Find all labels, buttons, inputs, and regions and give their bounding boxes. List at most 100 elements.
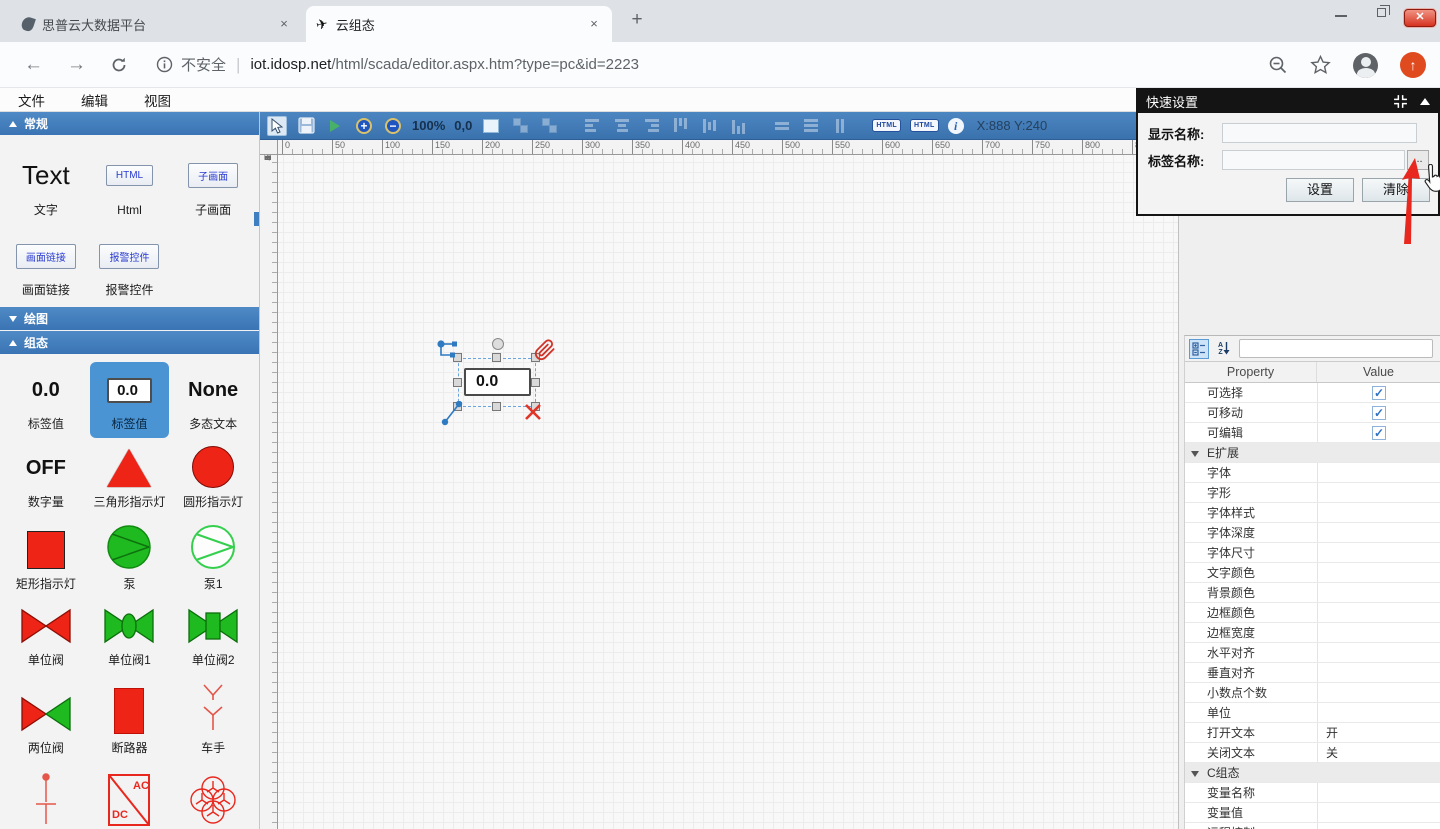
property-row[interactable]: 垂直对齐 xyxy=(1185,663,1440,683)
property-row[interactable]: 水平对齐 xyxy=(1185,643,1440,663)
property-row[interactable]: 打开文本 开 xyxy=(1185,723,1440,743)
align-top-button[interactable] xyxy=(670,116,690,136)
tab-dataplatform[interactable]: 思普云大数据平台 × xyxy=(12,6,302,42)
palette-item-alarm-control[interactable]: 报警控件 报警控件 xyxy=(88,224,172,305)
minimize-button[interactable] xyxy=(1328,2,1354,22)
palette-item-valve[interactable]: 单位阀 xyxy=(4,598,88,674)
browser-update-icon[interactable]: ↑ xyxy=(1400,52,1426,78)
property-row[interactable]: 边框宽度 xyxy=(1185,623,1440,643)
connector-line-icon[interactable] xyxy=(440,401,464,427)
palette-item-tag-value-boxed-selected[interactable]: 0.0 标签值 xyxy=(90,362,170,438)
property-value[interactable] xyxy=(1317,643,1440,662)
property-value[interactable] xyxy=(1317,423,1440,442)
property-row[interactable]: 字体尺寸 xyxy=(1185,543,1440,563)
attach-link-icon[interactable] xyxy=(534,337,556,363)
resize-handle-w[interactable] xyxy=(453,378,462,387)
section-header-drawing[interactable]: 绘图 xyxy=(0,307,259,330)
info-button[interactable]: i xyxy=(948,118,964,134)
categorized-view-button[interactable] xyxy=(1189,339,1209,359)
palette-item-pt[interactable]: PT xyxy=(171,762,255,829)
align-right-button[interactable] xyxy=(641,116,661,136)
profile-avatar-icon[interactable] xyxy=(1353,53,1378,78)
connector-branch-icon[interactable] xyxy=(436,339,460,361)
property-row[interactable]: 变量名称 xyxy=(1185,783,1440,803)
run-preview-button[interactable] xyxy=(325,116,345,136)
palette-item-multistate-text[interactable]: None 多态文本 xyxy=(171,362,255,438)
tab1-close-icon[interactable]: × xyxy=(276,16,292,32)
property-value[interactable] xyxy=(1317,703,1440,722)
property-value[interactable] xyxy=(1317,783,1440,802)
property-row[interactable]: 远程控制 xyxy=(1185,823,1440,829)
property-row[interactable]: 小数点个数 xyxy=(1185,683,1440,703)
palette-item-rect-indicator[interactable]: 矩形指示灯 xyxy=(4,516,88,598)
property-row[interactable]: C组态 xyxy=(1185,763,1440,783)
html-preview-button[interactable]: HTML xyxy=(910,119,939,132)
property-value[interactable] xyxy=(1317,383,1440,402)
display-name-input[interactable] xyxy=(1222,123,1417,143)
group-button[interactable] xyxy=(510,116,530,136)
property-row[interactable]: 字体样式 xyxy=(1185,503,1440,523)
palette-item-pump[interactable]: 泵 xyxy=(88,516,172,598)
property-value[interactable] xyxy=(1317,523,1440,542)
property-row[interactable]: 背景颜色 xyxy=(1185,583,1440,603)
zoom-in-button[interactable]: + xyxy=(354,116,374,136)
tag-name-input[interactable] xyxy=(1222,150,1405,170)
property-value[interactable] xyxy=(1317,623,1440,642)
property-row[interactable]: 边框颜色 xyxy=(1185,603,1440,623)
property-value[interactable] xyxy=(1317,823,1440,829)
palette-item-valve1[interactable]: 单位阀1 xyxy=(88,598,172,674)
menu-item[interactable]: 编辑 xyxy=(81,90,108,110)
tab2-close-icon[interactable]: × xyxy=(586,16,602,32)
property-row[interactable]: 字体 xyxy=(1185,463,1440,483)
section-header-general[interactable]: 常规 xyxy=(0,112,259,135)
property-value[interactable] xyxy=(1317,443,1440,462)
canvas-settings-button[interactable] xyxy=(481,116,501,136)
html-export-button[interactable]: HTML xyxy=(872,119,901,132)
property-value[interactable] xyxy=(1317,603,1440,622)
resize-handle-e[interactable] xyxy=(531,378,540,387)
property-value[interactable] xyxy=(1317,803,1440,822)
property-value[interactable] xyxy=(1317,563,1440,582)
zoom-out-icon[interactable] xyxy=(1268,55,1288,75)
palette-item-pump1[interactable]: 泵1 xyxy=(171,516,255,598)
set-button[interactable]: 设置 xyxy=(1286,178,1354,202)
tab-cloud-scada[interactable]: ✈ 云组态 × xyxy=(306,6,612,42)
panel-collapse-icon[interactable] xyxy=(1420,98,1430,105)
selected-tag-value-widget[interactable]: 0.0 xyxy=(464,368,531,396)
palette-item-breaker[interactable]: 断路器 xyxy=(88,674,172,762)
property-value[interactable]: 开 xyxy=(1317,723,1440,742)
property-row[interactable]: 可选择 xyxy=(1185,383,1440,403)
align-middle-button[interactable] xyxy=(699,116,719,136)
property-column-header[interactable]: Property xyxy=(1185,362,1317,382)
property-row[interactable]: 字形 xyxy=(1185,483,1440,503)
palette-item-subscreen[interactable]: 子画面 子画面 xyxy=(171,143,255,224)
palette-item-tag-value[interactable]: 0.0 标签值 xyxy=(4,362,88,438)
property-value[interactable] xyxy=(1317,463,1440,482)
new-tab-button[interactable]: + xyxy=(624,8,650,34)
dock-collapse-icon[interactable] xyxy=(1393,94,1408,109)
align-left-button[interactable] xyxy=(583,116,603,136)
property-row[interactable]: 字体深度 xyxy=(1185,523,1440,543)
property-value[interactable] xyxy=(1317,503,1440,522)
property-row[interactable]: 关闭文本 关 xyxy=(1185,743,1440,763)
palette-item-triangle-indicator[interactable]: 三角形指示灯 xyxy=(88,438,172,516)
checkbox-checked-icon[interactable] xyxy=(1372,426,1386,440)
property-row[interactable]: 变量值 xyxy=(1185,803,1440,823)
align-center-button[interactable] xyxy=(612,116,632,136)
rotate-handle[interactable] xyxy=(492,338,504,350)
property-value[interactable]: 关 xyxy=(1317,743,1440,762)
save-button[interactable] xyxy=(296,116,316,136)
same-height-button[interactable] xyxy=(801,116,821,136)
back-icon[interactable]: ← xyxy=(24,54,43,76)
property-filter-box[interactable] xyxy=(1239,339,1433,358)
palette-item-digital[interactable]: OFF 数字量 xyxy=(4,438,88,516)
same-width-button[interactable] xyxy=(772,116,792,136)
palette-item-circle-indicator[interactable]: 圆形指示灯 xyxy=(171,438,255,516)
forward-icon[interactable]: → xyxy=(67,54,86,76)
palette-item-text[interactable]: Text 文字 xyxy=(4,143,88,224)
delete-x-icon[interactable] xyxy=(523,402,543,422)
alphabetical-sort-button[interactable]: AZ xyxy=(1214,339,1234,359)
reload-icon[interactable] xyxy=(110,56,128,74)
address-bar[interactable]: 不安全 | iot.idosp.net/html/scada/editor.as… xyxy=(156,54,639,75)
property-row[interactable]: E扩展 xyxy=(1185,443,1440,463)
